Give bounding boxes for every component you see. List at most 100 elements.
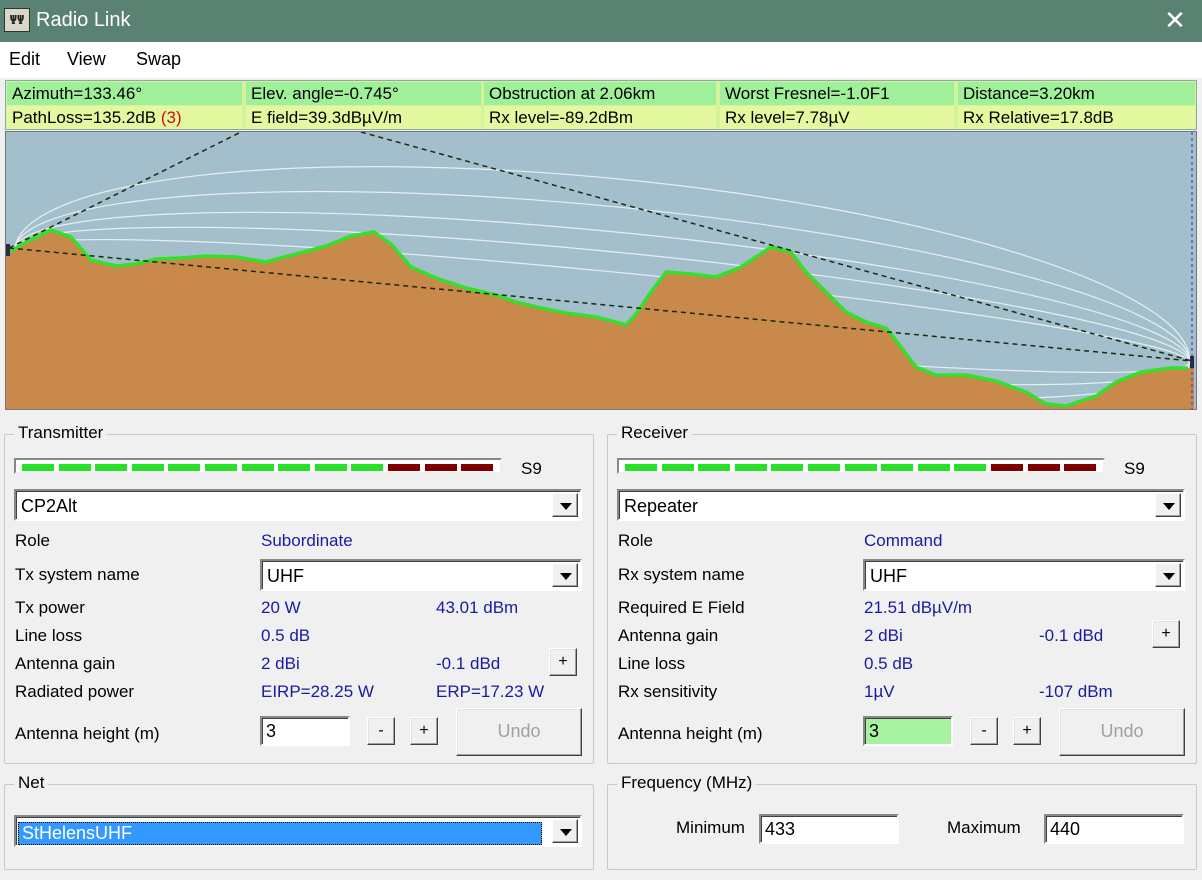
meter-segment [771, 464, 804, 471]
rx-gain-dbd: -0.1 dBd [1039, 626, 1104, 645]
meter-segment [205, 464, 237, 471]
meter-segment [1064, 464, 1097, 471]
rx-sensitivity-uv: 1µV [864, 682, 895, 701]
menu-view[interactable]: View [67, 49, 106, 70]
meter-segment [661, 464, 694, 471]
meter-segment [844, 464, 877, 471]
tx-role-value: Subordinate [261, 531, 353, 550]
meter-segment [314, 464, 347, 471]
azimuth-readout: Azimuth=133.46° [7, 82, 242, 105]
tx-gain-label: Antenna gain [15, 654, 116, 673]
receiver-group: Receiver S9 Repeater Role Command Rx sys… [607, 423, 1197, 764]
net-group: Net StHelensUHF [4, 773, 594, 870]
net-value: StHelensUHF [18, 822, 542, 845]
meter-segment [241, 464, 274, 471]
meter-segment [625, 464, 657, 471]
title-bar: ΨΨ Radio Link ✕ [0, 0, 1202, 42]
fresnel-readout: Worst Fresnel=-1.0F1 [720, 82, 954, 105]
receiver-signal-meter [617, 458, 1105, 474]
meter-segment [58, 464, 91, 471]
meter-segment [95, 464, 128, 471]
rx-system-label: Rx system name [618, 565, 745, 584]
tx-power-w: 20 W [261, 598, 301, 617]
chevron-down-icon[interactable] [552, 819, 578, 843]
receiver-label: Receiver [617, 423, 693, 443]
tx-height-input[interactable] [260, 716, 350, 746]
rx-role-label: Role [618, 531, 653, 550]
meter-segment [131, 464, 164, 471]
rx-level-uv-readout: Rx level=7.78µV [720, 106, 954, 129]
tx-height-minus-button[interactable]: - [367, 717, 395, 745]
tx-undo-button[interactable]: Undo [456, 708, 582, 756]
transmitter-unit-select[interactable]: CP2Alt [14, 489, 582, 521]
tx-role-label: Role [15, 531, 50, 550]
transmitter-group: Transmitter S9 CP2Alt Role Subordinate T… [4, 423, 594, 764]
rx-sensitivity-label: Rx sensitivity [618, 682, 718, 701]
meter-segment [424, 464, 457, 471]
tx-antenna-marker [6, 244, 10, 256]
rx-system-select[interactable]: UHF [863, 559, 1185, 591]
meter-segment [808, 464, 840, 471]
diffraction-line-left [8, 132, 242, 249]
transmitter-signal-level: S9 [521, 459, 542, 478]
chevron-down-icon[interactable] [1155, 493, 1181, 517]
rx-gain-plus-button[interactable]: + [1152, 620, 1180, 648]
window-title: Radio Link [36, 9, 131, 31]
path-loss-readout: PathLoss=135.2dB (3) [7, 106, 242, 129]
tx-line-loss-label: Line loss [15, 626, 83, 645]
tx-radiated-label: Radiated power [15, 682, 135, 701]
rx-height-label: Antenna height (m) [618, 724, 763, 743]
meter-segment [22, 464, 54, 471]
rx-undo-button[interactable]: Undo [1059, 708, 1185, 756]
tx-system-select[interactable]: UHF [260, 559, 582, 591]
meter-segment [168, 464, 201, 471]
tx-height-label: Antenna height (m) [15, 724, 160, 743]
chevron-down-icon[interactable] [552, 493, 578, 517]
rx-role-value: Command [864, 531, 943, 550]
rx-sensitivity-dbm: -107 dBm [1039, 682, 1113, 701]
net-label: Net [14, 773, 49, 793]
frequency-max-input[interactable] [1044, 814, 1184, 844]
rx-line-loss-value: 0.5 dB [864, 654, 914, 673]
rx-field-label: Required E Field [618, 598, 745, 617]
tx-gain-plus-button[interactable]: + [549, 648, 577, 676]
rx-field-value: 21.51 dBµV/m [864, 598, 973, 617]
tx-line-loss-value: 0.5 dB [261, 626, 311, 645]
tx-power-label: Tx power [15, 598, 85, 617]
meter-segment [351, 464, 384, 471]
tx-height-plus-button[interactable]: + [410, 717, 438, 745]
receiver-unit-value: Repeater [624, 496, 699, 516]
rx-level-dbm-readout: Rx level=-89.2dBm [484, 106, 716, 129]
meter-segment [461, 464, 494, 471]
meter-segment [734, 464, 767, 471]
meter-segment [698, 464, 731, 471]
tx-erp-value: ERP=17.23 W [436, 682, 545, 701]
rx-gain-dbi: 2 dBi [864, 626, 903, 645]
menu-swap[interactable]: Swap [136, 49, 181, 70]
meter-segment [278, 464, 311, 471]
rx-line-loss-label: Line loss [618, 654, 686, 673]
antenna-icon: ΨΨ [4, 8, 30, 32]
path-loss-value: PathLoss=135.2dB [12, 108, 161, 127]
menu-edit[interactable]: Edit [9, 49, 40, 70]
meter-segment [917, 464, 950, 471]
rx-height-plus-button[interactable]: + [1013, 717, 1041, 745]
chevron-down-icon[interactable] [552, 563, 578, 587]
receiver-signal-level: S9 [1124, 459, 1145, 478]
net-select[interactable]: StHelensUHF [14, 815, 582, 847]
chevron-down-icon[interactable] [1155, 563, 1181, 587]
tx-power-dbm: 43.01 dBm [436, 598, 519, 617]
frequency-label: Frequency (MHz) [617, 773, 757, 793]
elevation-readout: Elev. angle=-0.745° [246, 82, 481, 105]
frequency-min-input[interactable] [759, 814, 899, 844]
meter-segment [954, 464, 987, 471]
frequency-min-label: Minimum [676, 818, 745, 837]
rx-height-minus-button[interactable]: - [970, 717, 998, 745]
e-field-readout: E field=39.3dBµV/m [246, 106, 481, 129]
rx-height-input[interactable] [863, 716, 953, 746]
tx-gain-dbd: -0.1 dBd [436, 654, 501, 673]
tx-system-label: Tx system name [15, 565, 140, 584]
menu-bar: Edit View Swap [0, 42, 1202, 78]
receiver-unit-select[interactable]: Repeater [617, 489, 1185, 521]
close-icon[interactable]: ✕ [1148, 0, 1202, 42]
